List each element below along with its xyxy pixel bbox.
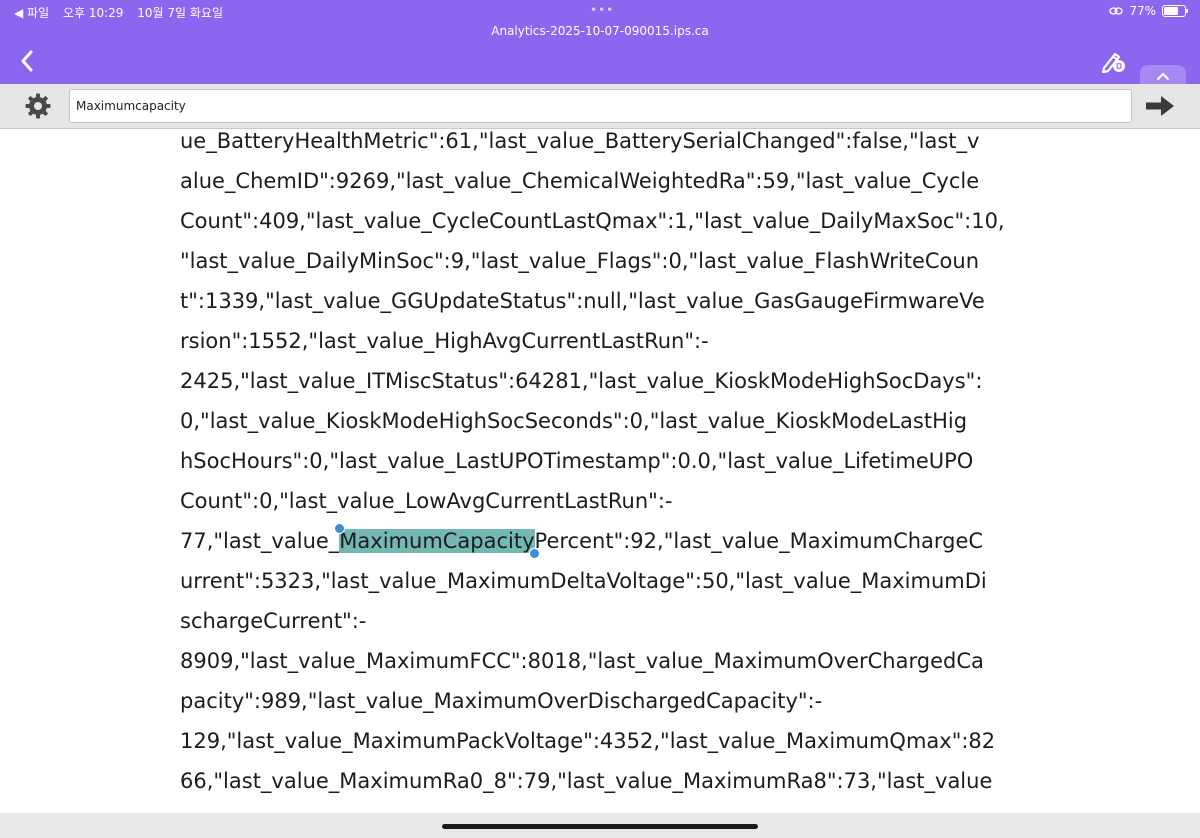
status-time: 오후 10:29 <box>62 6 124 20</box>
text-line: Count":409,"last_value_CycleCountLastQma… <box>180 209 1005 233</box>
home-indicator[interactable] <box>442 824 758 829</box>
document-text-view[interactable]: ue_BatteryHealthMetric":61,"last_value_B… <box>0 129 1200 813</box>
bottom-bar <box>0 813 1200 838</box>
search-input[interactable] <box>69 89 1132 123</box>
settings-button[interactable] <box>24 92 52 120</box>
arrow-right-icon <box>1146 96 1174 116</box>
text-line-with-match: 77,"last_value_ MaximumCapacity Percent":9… <box>180 523 983 559</box>
match-suffix-text: Percent":92,"last_value_MaximumChargeC <box>534 529 984 553</box>
chevron-up-icon <box>1157 72 1169 80</box>
file-title: Analytics-2025-10-07-090015.ips.ca <box>491 24 709 38</box>
text-line: hSocHours":0,"last_value_LastUPOTimestam… <box>180 449 974 473</box>
text-line: 8909,"last_value_MaximumFCC":8018,"last_… <box>180 649 984 673</box>
top-header: ◀ 파일 오후 10:29 10월 7일 화요일 ••• 77% Analyti… <box>0 0 1200 87</box>
battery-icon <box>1162 5 1188 17</box>
search-match-highlight[interactable]: MaximumCapacity <box>334 523 540 559</box>
text-line: schargeCurrent":- <box>180 609 367 633</box>
text-line: rsion":1552,"last_value_HighAvgCurrentLa… <box>180 329 709 353</box>
chevron-left-icon <box>21 50 33 72</box>
search-next-button[interactable] <box>1144 93 1176 119</box>
text-line: 2425,"last_value_ITMiscStatus":64281,"la… <box>180 369 983 393</box>
text-line: Count":0,"last_value_LowAvgCurrentLastRu… <box>180 489 673 513</box>
multitasking-dots-icon[interactable]: ••• <box>590 3 614 17</box>
match-prefix-text: 77,"last_value_ <box>180 529 340 553</box>
text-line: 66,"last_value_MaximumRa0_8":79,"last_va… <box>180 769 993 793</box>
back-button[interactable] <box>12 46 42 76</box>
link-icon <box>1109 7 1123 15</box>
search-match-text: MaximumCapacity <box>339 529 535 553</box>
text-line: "last_value_DailyMinSoc":9,"last_value_F… <box>180 249 980 273</box>
back-to-app-link[interactable]: ◀ 파일 <box>14 6 49 20</box>
text-line: ue_BatteryHealthMetric":61,"last_value_B… <box>180 129 980 153</box>
battery-percent: 77% <box>1129 4 1156 18</box>
selection-end-handle[interactable] <box>528 548 540 559</box>
pencil-edit-icon <box>1101 52 1125 74</box>
text-line: 0,"last_value_KioskModeHighSocSeconds":0… <box>180 409 968 433</box>
status-bar-right: 77% <box>1109 4 1188 18</box>
edit-button[interactable] <box>1098 46 1128 76</box>
status-date: 10월 7일 화요일 <box>137 6 223 20</box>
status-bar-left: ◀ 파일 오후 10:29 10월 7일 화요일 <box>14 4 233 21</box>
text-line: alue_ChemID":9269,"last_value_ChemicalWe… <box>180 169 980 193</box>
search-toolbar <box>0 84 1200 129</box>
text-line: 129,"last_value_MaximumPackVoltage":4352… <box>180 729 996 753</box>
text-line: pacity":989,"last_value_MaximumOverDisch… <box>180 689 823 713</box>
gear-icon <box>25 93 51 119</box>
app-window: ◀ 파일 오후 10:29 10월 7일 화요일 ••• 77% Analyti… <box>0 0 1200 838</box>
text-line: urrent":5323,"last_value_MaximumDeltaVol… <box>180 569 987 593</box>
text-line: t":1339,"last_value_GGUpdateStatus":null… <box>180 289 985 313</box>
